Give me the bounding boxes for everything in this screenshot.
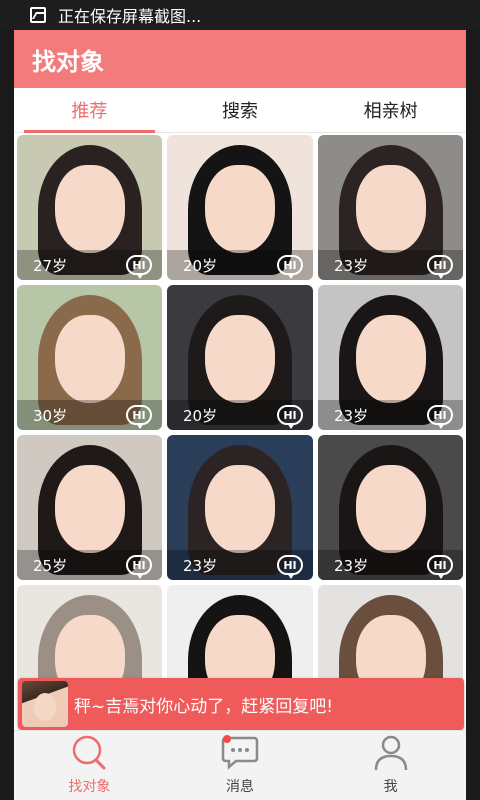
search-icon	[73, 735, 106, 770]
profile-photo	[205, 165, 275, 253]
card-info-bar: 23岁 HI	[318, 550, 463, 580]
profile-photo	[355, 465, 426, 553]
profile-photo	[54, 465, 125, 553]
profile-photo	[54, 315, 125, 403]
say-hi-button[interactable]: HI	[427, 255, 453, 279]
nav-label: 我	[383, 779, 398, 795]
age-label: 23岁	[334, 556, 369, 575]
profile-card[interactable]: 23岁 HI	[318, 285, 463, 430]
age-label: 20岁	[183, 406, 218, 425]
card-info-bar: 23岁 HI	[167, 550, 313, 580]
say-hi-button[interactable]: HI	[126, 555, 152, 579]
profile-card[interactable]: 30岁 HI	[17, 285, 162, 430]
say-hi-button[interactable]: HI	[427, 555, 453, 579]
app-window: 找对象 推荐 搜索 相亲树 27岁 HI 20岁 HI 23岁 HI 30岁 HI 20岁 HI 2…	[14, 30, 466, 800]
age-label: 25岁	[33, 556, 68, 575]
card-info-bar: 25岁 HI	[17, 550, 162, 580]
age-label: 20岁	[183, 256, 218, 275]
profile-photo	[54, 165, 125, 253]
notification-toast[interactable]: 秤~吉焉对你心动了，赶紧回复吧!	[18, 678, 464, 730]
profile-card[interactable]: 25岁 HI	[17, 435, 162, 580]
card-info-bar: 23岁 HI	[318, 400, 463, 430]
say-hi-button[interactable]: HI	[427, 405, 453, 429]
profile-photo	[205, 465, 275, 553]
say-hi-button[interactable]: HI	[277, 255, 303, 279]
profile-card[interactable]: 23岁 HI	[167, 435, 313, 580]
age-label: 30岁	[33, 406, 68, 425]
profile-grid: 27岁 HI 20岁 HI 23岁 HI 30岁 HI 20岁 HI 23岁 HI 25岁 HI 23岁 HI…	[14, 135, 466, 730]
nav-label: 消息	[226, 779, 254, 795]
card-info-bar: 27岁 HI	[17, 250, 162, 280]
card-info-bar: 23岁 HI	[318, 250, 463, 280]
card-info-bar: 20岁 HI	[167, 400, 313, 430]
age-label: 23岁	[334, 406, 369, 425]
profile-card[interactable]: 20岁 HI	[167, 135, 313, 280]
profile-photo	[205, 315, 275, 403]
status-bar: 正在保存屏幕截图...	[0, 0, 480, 30]
profile-card[interactable]: 23岁 HI	[318, 435, 463, 580]
age-label: 23岁	[334, 256, 369, 275]
profile-card[interactable]: 27岁 HI	[17, 135, 162, 280]
tab-recommend[interactable]: 推荐	[14, 88, 165, 133]
app-header: 找对象	[14, 30, 466, 88]
profile-card[interactable]: 23岁 HI	[318, 135, 463, 280]
nav-messages[interactable]: 消息	[165, 731, 316, 800]
tab-search[interactable]: 搜索	[165, 88, 316, 132]
toast-message: 秤~吉焉对你心动了，赶紧回复吧!	[74, 696, 334, 717]
say-hi-button[interactable]: HI	[277, 405, 303, 429]
tab-bar: 推荐 搜索 相亲树	[14, 88, 466, 133]
say-hi-button[interactable]: HI	[277, 555, 303, 579]
avatar	[22, 681, 68, 727]
say-hi-button[interactable]: HI	[126, 255, 152, 279]
card-info-bar: 30岁 HI	[17, 400, 162, 430]
profile-photo	[355, 315, 426, 403]
profile-photo	[355, 165, 426, 253]
bottom-nav: 找对象 消息 我	[14, 730, 466, 800]
person-icon	[374, 735, 407, 771]
tab-matchmaking-tree[interactable]: 相亲树	[315, 88, 466, 132]
nav-label: 找对象	[68, 779, 111, 795]
screenshot-icon	[30, 7, 46, 23]
nav-find-partner[interactable]: 找对象	[14, 731, 165, 800]
profile-card[interactable]: 20岁 HI	[167, 285, 313, 430]
screen: 正在保存屏幕截图... 找对象 推荐 搜索 相亲树 27岁 HI 20岁 HI 23岁 H…	[0, 0, 480, 800]
status-text: 正在保存屏幕截图...	[58, 7, 202, 26]
age-label: 23岁	[183, 556, 218, 575]
nav-me[interactable]: 我	[315, 731, 466, 800]
page-title: 找对象	[32, 47, 104, 76]
age-label: 27岁	[33, 256, 68, 275]
say-hi-button[interactable]: HI	[126, 405, 152, 429]
card-info-bar: 20岁 HI	[167, 250, 313, 280]
